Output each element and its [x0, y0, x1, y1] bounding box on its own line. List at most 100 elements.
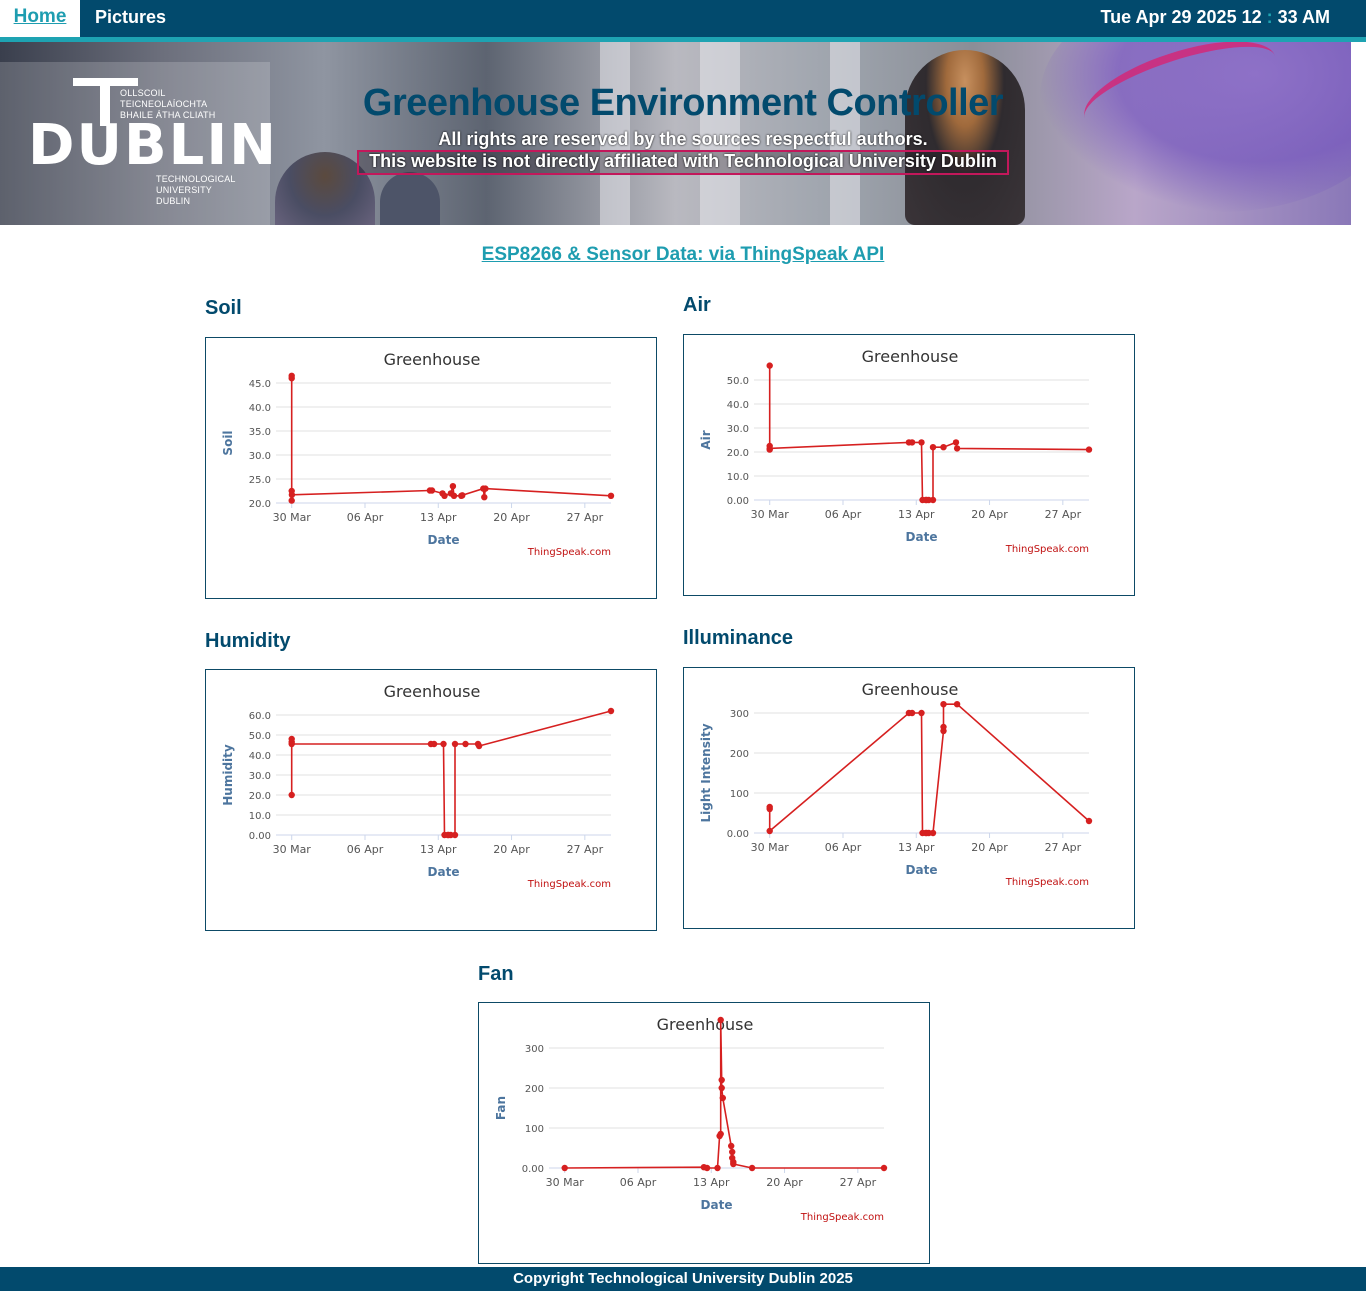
data-point: [288, 497, 295, 504]
data-point: [952, 439, 960, 446]
series-line: [564, 1019, 884, 1169]
data-point: [714, 1164, 721, 1172]
data-point: [717, 1016, 724, 1024]
x-tick-label: 30 Mar: [273, 511, 312, 524]
thingspeak-api-link[interactable]: ESP8266 & Sensor Data: via ThingSpeak AP…: [0, 244, 1366, 266]
data-point: [940, 444, 947, 451]
data-point: [929, 496, 937, 504]
y-axis-title: Air: [699, 430, 713, 449]
y-tick-label: 20.0: [249, 791, 271, 802]
y-tick-label: 20.0: [249, 499, 271, 510]
x-tick-label: 20 Apr: [971, 508, 1008, 521]
y-tick-label: 0.00: [522, 1164, 544, 1175]
x-axis-title: Date: [428, 865, 460, 879]
y-tick-label: 50.0: [249, 731, 271, 742]
data-point: [730, 1160, 737, 1168]
thingspeak-credit: ThingSpeak.com: [527, 547, 611, 558]
data-point: [430, 740, 438, 748]
y-tick-label: 100: [525, 1124, 544, 1135]
x-tick-label: 20 Apr: [493, 843, 530, 856]
x-tick-label: 30 Mar: [751, 508, 790, 521]
x-tick-label: 06 Apr: [347, 843, 384, 856]
data-point: [929, 829, 937, 837]
y-tick-label: 300: [730, 709, 749, 720]
data-point: [288, 375, 295, 382]
data-point: [766, 827, 773, 835]
data-point: [1085, 817, 1093, 825]
soil-chart[interactable]: Greenhouse 20.0 25.0 30.0 35.0 40.0 45.0 30 Mar…: [205, 337, 657, 599]
series-line: [290, 710, 612, 836]
logo-eng-line2: UNIVERSITY DUBLIN: [156, 185, 212, 206]
y-tick-label: 0.00: [727, 496, 749, 507]
data-point: [288, 791, 295, 799]
y-tick-label: 0.00: [249, 831, 271, 842]
y-tick-label: 40.0: [249, 751, 271, 762]
y-tick-label: 200: [525, 1084, 544, 1095]
x-tick-label: 27 Apr: [840, 1176, 877, 1189]
x-axis-title: Date: [428, 533, 460, 547]
x-tick-label: 13 Apr: [420, 843, 457, 856]
x-tick-label: 20 Apr: [493, 511, 530, 524]
x-axis-title: Date: [906, 863, 938, 877]
y-tick-label: 100: [730, 789, 749, 800]
data-point: [908, 439, 916, 446]
data-point: [288, 491, 296, 498]
banner-person-photo: [380, 172, 440, 225]
x-tick-label: 20 Apr: [766, 1176, 803, 1189]
humidity-chart[interactable]: Greenhouse 0.00 10.0 20.0 30.0 40.0 50.0 60.0 30…: [205, 669, 657, 931]
data-point: [880, 1164, 888, 1172]
chart-title: Greenhouse: [862, 347, 959, 366]
section-title-soil: Soil: [205, 297, 242, 319]
clock-date: Tue Apr 29 2025 12: [1100, 7, 1262, 27]
chart-svg: Greenhouse 0.00 100 200 300 30 Mar 06 Apr 13 Ap…: [699, 680, 1093, 888]
chart-title: Greenhouse: [384, 682, 481, 701]
y-tick-label: 30.0: [249, 451, 271, 462]
y-axis-title: Fan: [494, 1096, 508, 1120]
data-point: [288, 740, 295, 748]
data-point: [748, 1164, 756, 1172]
data-point: [1085, 446, 1093, 453]
chart-title: Greenhouse: [657, 1015, 754, 1034]
data-point: [462, 740, 469, 748]
fan-chart[interactable]: Greenhouse 0.00 100 200 300 30 Mar 06 Apr 13 Ap…: [478, 1002, 930, 1264]
x-tick-label: 06 Apr: [825, 508, 862, 521]
nav-pictures-link[interactable]: Pictures: [95, 0, 166, 37]
data-point: [718, 1076, 725, 1084]
y-tick-label: 40.0: [727, 400, 749, 411]
y-tick-label: 0.00: [727, 829, 749, 840]
y-tick-label: 300: [525, 1044, 544, 1055]
data-point: [766, 445, 773, 452]
y-tick-label: 45.0: [249, 379, 271, 390]
y-tick-label: 30.0: [249, 771, 271, 782]
chart-svg: Greenhouse 20.0 25.0 30.0 35.0 40.0 45.0 30 Mar…: [221, 350, 615, 558]
series-line: [768, 365, 1090, 501]
series-line: [290, 375, 612, 501]
data-point: [717, 1130, 724, 1138]
air-chart[interactable]: Greenhouse 0.00 10.0 20.0 30.0 40.0 50.0 30 Mar…: [683, 334, 1135, 596]
series-line: [768, 703, 1090, 834]
data-point: [766, 805, 773, 813]
data-point: [908, 709, 916, 717]
section-title-illuminance: Illuminance: [683, 627, 794, 649]
data-point: [718, 1084, 725, 1092]
x-tick-label: 27 Apr: [567, 843, 604, 856]
x-tick-label: 30 Mar: [273, 843, 312, 856]
data-point: [940, 723, 947, 731]
footer: Copyright Technological University Dubli…: [0, 1267, 1366, 1291]
y-tick-label: 40.0: [249, 403, 271, 414]
y-axis-title: Humidity: [221, 744, 235, 806]
y-tick-label: 10.0: [727, 472, 749, 483]
chart-title: Greenhouse: [384, 350, 481, 369]
section-title-air: Air: [683, 294, 711, 316]
y-axis-title: Light Intensity: [699, 723, 713, 822]
illuminance-chart[interactable]: Greenhouse 0.00 100 200 300 30 Mar 06 Apr 13 Ap…: [683, 667, 1135, 929]
data-point: [607, 707, 615, 715]
data-point: [428, 487, 436, 494]
nav-home-link[interactable]: Home: [0, 0, 80, 37]
x-tick-label: 27 Apr: [1045, 508, 1082, 521]
clock-time: 33 AM: [1277, 7, 1330, 27]
data-point: [953, 701, 961, 708]
data-point: [766, 362, 773, 369]
rights-notice: All rights are reserved by the sources r…: [438, 129, 928, 149]
clock: Tue Apr 29 2025 12 : 33 AM: [1101, 0, 1330, 37]
